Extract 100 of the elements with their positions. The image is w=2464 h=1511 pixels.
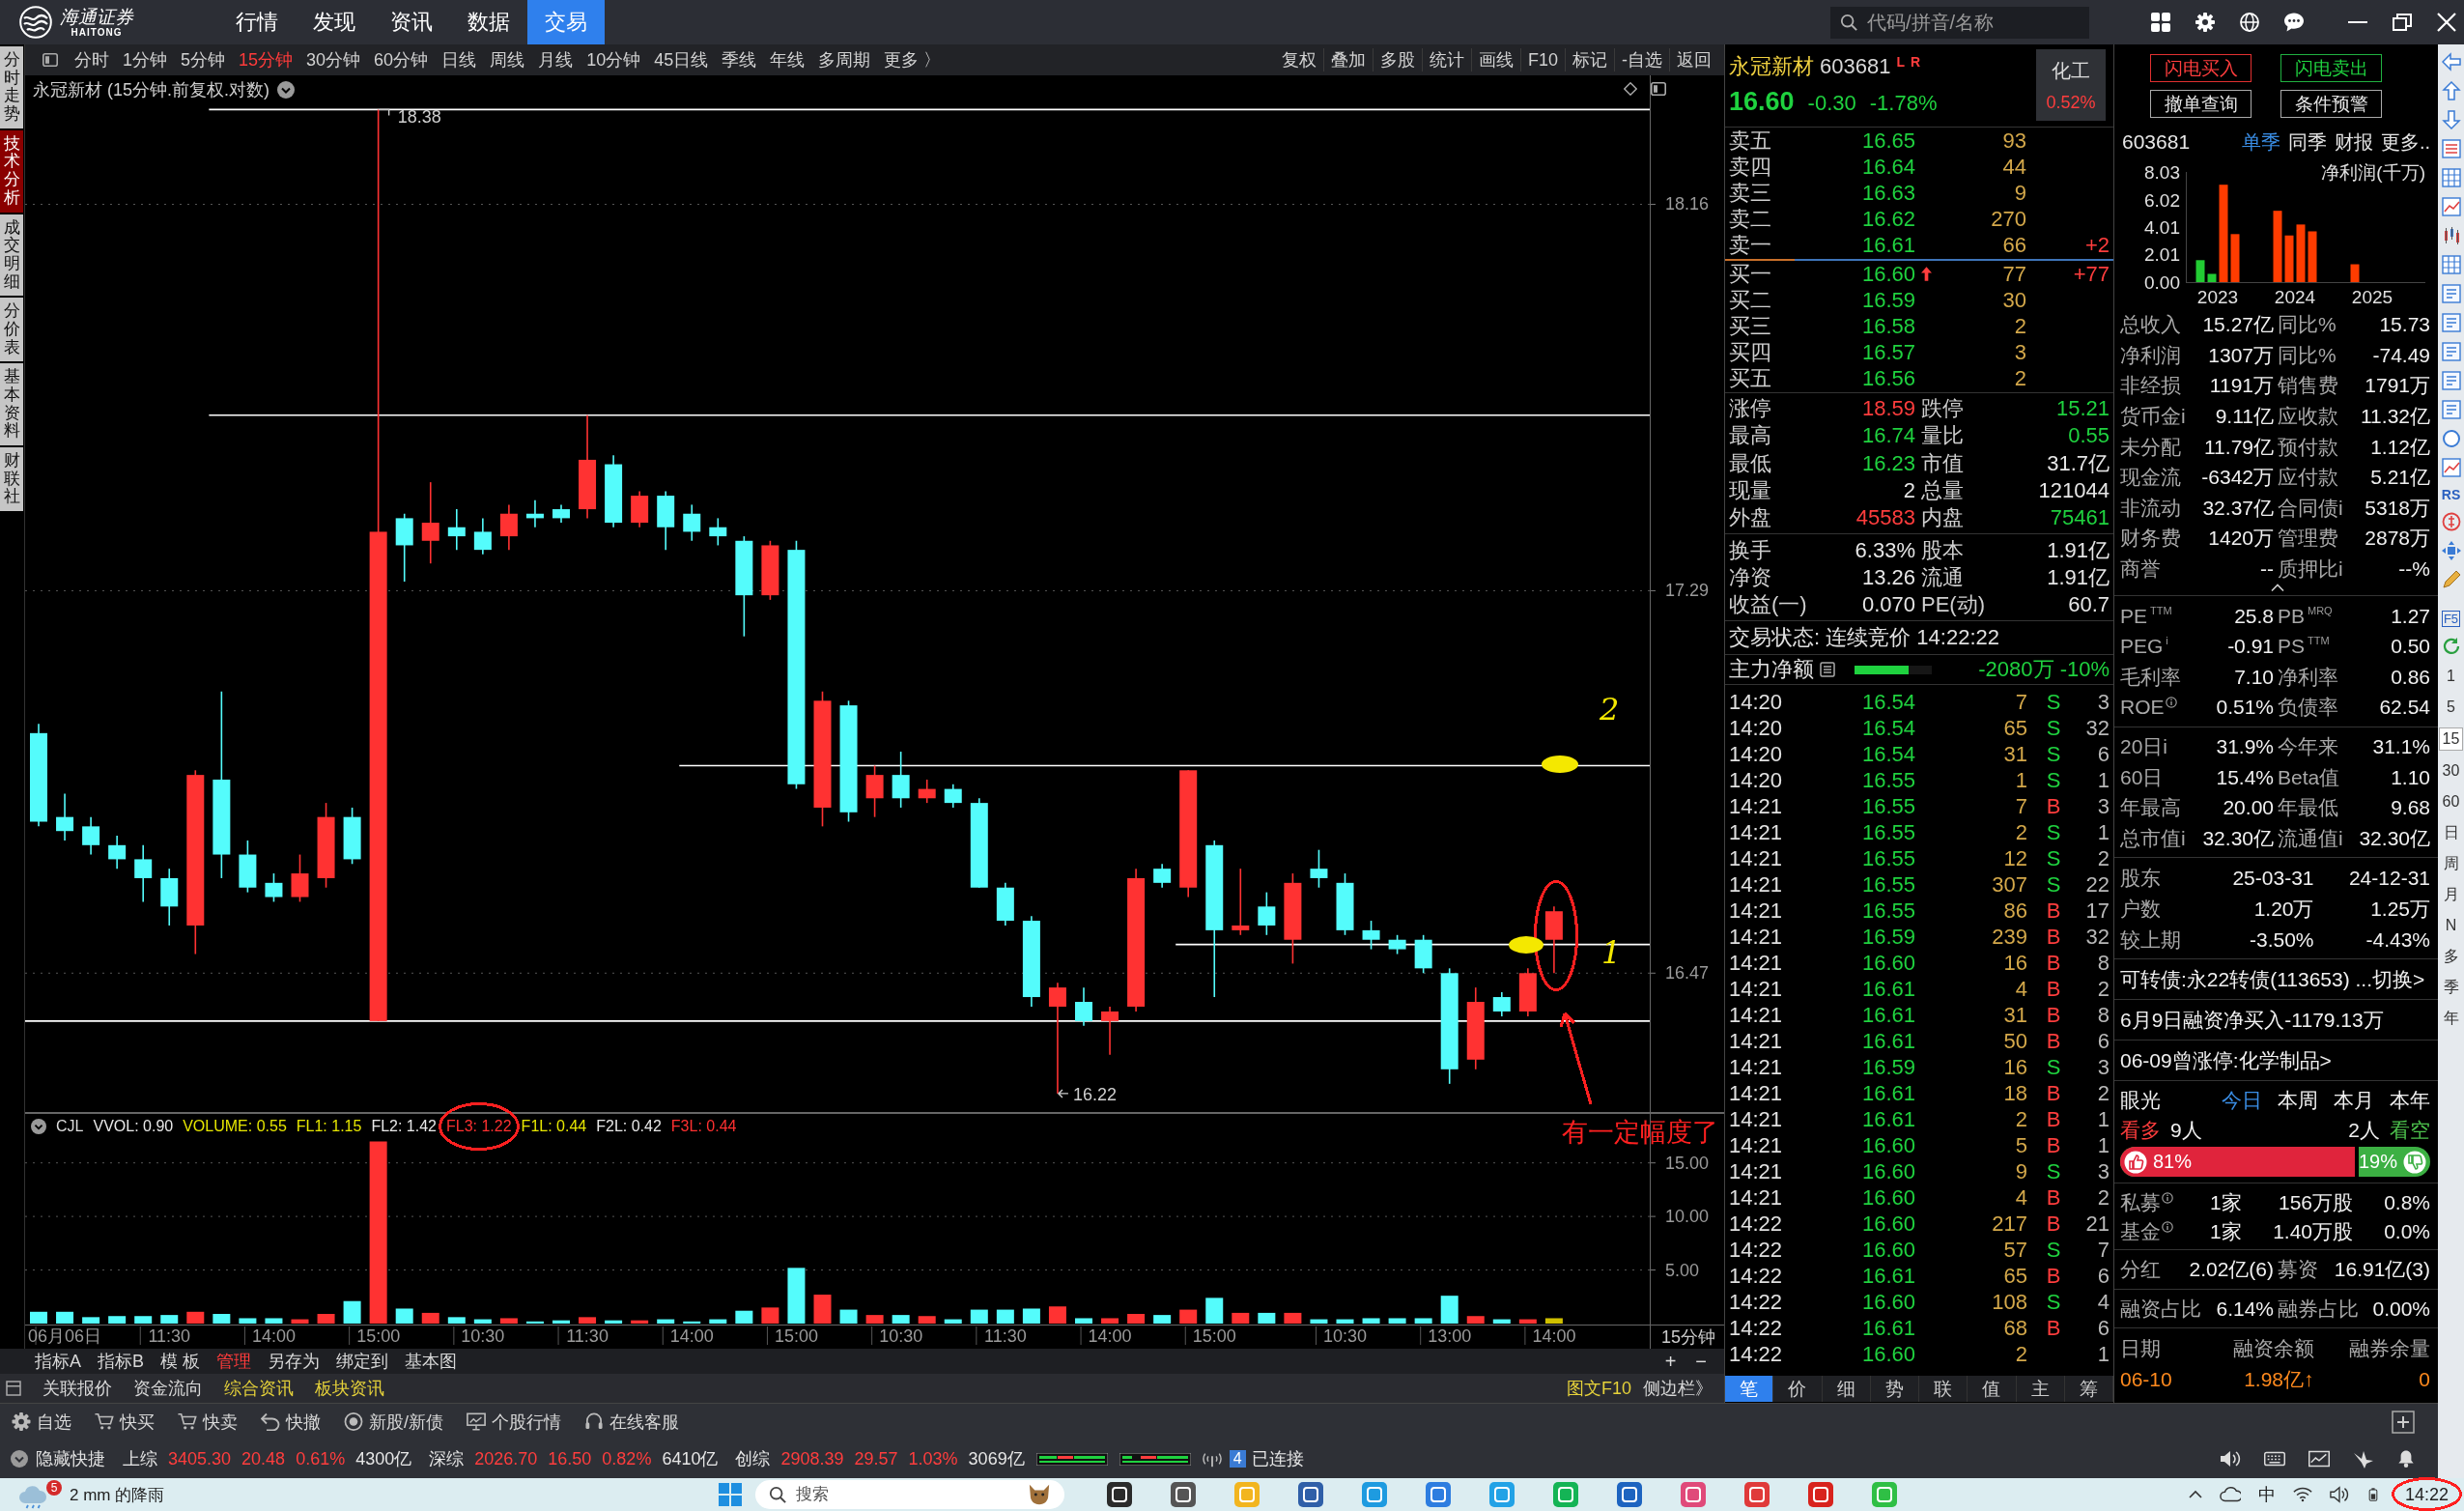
info-tab[interactable]: 资金流向 [133, 1377, 203, 1400]
menu-tab[interactable]: 资讯 [373, 0, 450, 44]
quick-action-button[interactable]: 自选 [12, 1410, 71, 1434]
line-chart-icon[interactable] [2441, 197, 2461, 216]
period-tab[interactable]: 多周期 [811, 48, 878, 71]
panel-toggle-icon[interactable] [42, 53, 58, 67]
quick-action-button[interactable]: 新股/新债 [344, 1410, 443, 1434]
bell-icon[interactable] [2397, 1450, 2415, 1468]
globe-icon[interactable] [2240, 13, 2259, 32]
period-tab[interactable]: 本周 [2278, 1086, 2318, 1114]
ring-icon[interactable] [2441, 429, 2461, 448]
speaker-icon[interactable] [2329, 1485, 2349, 1504]
chart-tab[interactable]: 另存为 [268, 1350, 321, 1373]
side-tab[interactable]: 技术分析 [0, 129, 23, 213]
toolbar-button[interactable]: -自选 [1614, 48, 1669, 71]
toolbar-button[interactable]: 画线 [1470, 48, 1520, 71]
info-link[interactable]: 6月9日融资净买入-1179.13万 [2120, 1006, 2384, 1034]
chart-tab[interactable]: 指标A [35, 1350, 81, 1373]
panel-link[interactable]: 图文F10 [1566, 1377, 1631, 1400]
document-icon[interactable] [2441, 313, 2461, 332]
period-tab[interactable]: 今日 [2222, 1086, 2262, 1114]
line-chart-icon[interactable] [2308, 1448, 2330, 1469]
sell-button[interactable]: 闪电卖出 [2280, 54, 2382, 82]
f5-key[interactable]: F5 [2441, 611, 2461, 627]
app-icon[interactable] [1298, 1482, 1324, 1507]
table-icon[interactable] [2441, 168, 2461, 187]
period-button[interactable]: 15 [2439, 727, 2463, 751]
period-button[interactable]: 60 [2439, 791, 2463, 813]
wifi-icon[interactable] [2292, 1485, 2312, 1504]
period-tab[interactable]: 日线 [435, 48, 484, 71]
window-icon[interactable] [6, 1381, 21, 1396]
detail-tab[interactable]: 主 [2016, 1376, 2065, 1402]
caret-up-icon[interactable] [2271, 584, 2284, 592]
close-icon[interactable] [2437, 13, 2456, 32]
pencil-icon[interactable] [2441, 570, 2461, 589]
period-tab[interactable]: 季线 [715, 48, 764, 71]
restore-icon[interactable] [2393, 14, 2412, 31]
info-link[interactable]: 可转债:永22转债(113653) ...切换> [2120, 965, 2425, 993]
menu-tab[interactable]: 发现 [296, 0, 373, 44]
app-icon[interactable] [1171, 1482, 1197, 1507]
quick-action-button[interactable]: 在线客服 [584, 1410, 679, 1434]
period-tab[interactable]: 分时 [68, 48, 116, 71]
left-arrow-icon[interactable] [2441, 52, 2461, 71]
period-button[interactable]: 5 [2439, 697, 2463, 718]
sector-box[interactable]: 化工 0.52% [2036, 49, 2106, 121]
chart-tab[interactable]: 绑定到 [336, 1350, 389, 1373]
period-button[interactable]: 季 [2439, 977, 2463, 998]
document-icon[interactable] [2441, 342, 2461, 361]
diamond-icon[interactable] [1624, 82, 1637, 96]
document-icon[interactable] [2441, 371, 2461, 390]
settings-icon[interactable] [2195, 13, 2215, 32]
report-tab[interactable]: 同季 [2287, 128, 2327, 156]
apps-grid-icon[interactable] [2151, 13, 2170, 32]
toolbar-button[interactable]: 返回 [1669, 48, 1718, 71]
collapse-icon[interactable] [11, 1450, 28, 1468]
document-icon[interactable] [2441, 284, 2461, 303]
period-tab[interactable]: 本月 [2334, 1086, 2374, 1114]
period-button[interactable]: 日 [2439, 822, 2463, 843]
detail-tab[interactable]: 笔 [1725, 1376, 1774, 1402]
report-tab[interactable]: 单季 [2241, 128, 2280, 156]
zoom-button[interactable]: + [1664, 1350, 1677, 1373]
refresh-icon[interactable] [2441, 637, 2461, 656]
coin-icon[interactable] [2441, 512, 2461, 531]
toolbar-button[interactable]: F10 [1519, 48, 1565, 71]
zoom-button[interactable]: − [1695, 1350, 1707, 1373]
search-field[interactable]: 代码/拼音/名称 [1830, 6, 2089, 39]
period-button[interactable]: 月 [2439, 884, 2463, 905]
toolbar-button[interactable]: 标记 [1565, 48, 1614, 71]
down-arrow-icon[interactable] [2441, 110, 2461, 129]
menu-tab[interactable]: 交易 [527, 0, 605, 44]
period-tab[interactable]: 10分钟 [580, 48, 648, 71]
toolbar-button[interactable]: 叠加 [1322, 48, 1373, 71]
dropdown-icon[interactable] [31, 1119, 46, 1134]
period-tab[interactable]: 本年 [2390, 1086, 2430, 1114]
detail-tab[interactable]: 值 [1968, 1376, 2017, 1402]
action-button[interactable]: 撤单查询 [2150, 90, 2252, 118]
action-button[interactable]: 条件预警 [2280, 90, 2382, 118]
list-icon[interactable] [1820, 662, 1835, 678]
period-button[interactable]: 年 [2439, 1008, 2463, 1029]
chart-tab[interactable]: 指标B [98, 1350, 145, 1373]
panel-link[interactable]: 侧边栏》 [1643, 1377, 1713, 1400]
line-chart-icon[interactable] [2441, 458, 2461, 477]
period-button[interactable]: 多 [2439, 946, 2463, 967]
period-button[interactable]: 1 [2439, 666, 2463, 687]
hide-shortcuts-button[interactable]: 隐藏快捷 [36, 1447, 105, 1470]
detail-tab[interactable]: 势 [1870, 1376, 1919, 1402]
list-icon[interactable] [2441, 139, 2461, 158]
dropdown-icon[interactable] [277, 81, 295, 99]
menu-tab[interactable]: 数据 [450, 0, 527, 44]
period-tab[interactable]: 月线 [531, 48, 581, 71]
add-icon[interactable] [2392, 1410, 2415, 1434]
toolbar-button[interactable]: 多股 [1372, 48, 1422, 71]
chart-tab[interactable]: 管理 [216, 1350, 252, 1373]
info-tab[interactable]: 板块资讯 [315, 1377, 384, 1400]
period-tab[interactable]: 15分钟 [232, 48, 300, 71]
app-icon[interactable] [1107, 1482, 1133, 1507]
input-method-indicator[interactable]: 中 [2257, 1483, 2276, 1506]
period-tab[interactable]: 周线 [483, 48, 532, 71]
period-button[interactable]: 周 [2439, 853, 2463, 874]
document-icon[interactable] [2441, 400, 2461, 419]
